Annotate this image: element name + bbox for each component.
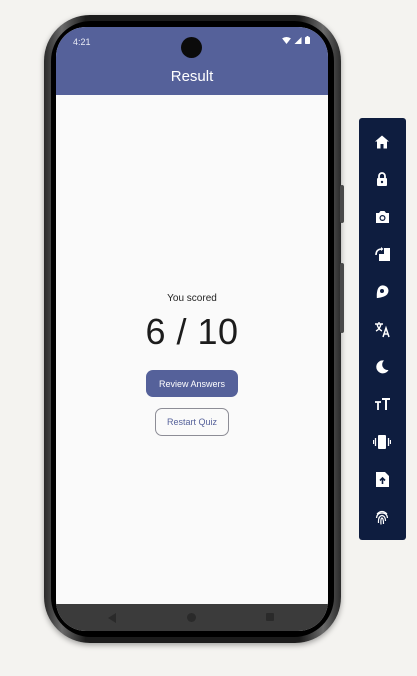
- status-time: 4:21: [73, 37, 91, 47]
- scored-label: You scored: [167, 293, 217, 304]
- app-bar: 4:21 Result: [56, 27, 328, 95]
- camera-icon[interactable]: [370, 205, 394, 229]
- result-content: You scored 6 / 10 Review Answers Restart…: [56, 95, 328, 604]
- translate-icon[interactable]: [370, 317, 394, 341]
- navigation-bar: [56, 604, 328, 631]
- rotate-icon[interactable]: [370, 242, 394, 266]
- location-icon[interactable]: [370, 280, 394, 304]
- page-title: Result: [170, 68, 214, 85]
- review-answers-button[interactable]: Review Answers: [146, 370, 238, 397]
- signal-icon: [294, 36, 302, 44]
- emulator-toolbar: [359, 118, 406, 540]
- nav-back-icon[interactable]: [108, 613, 117, 623]
- nav-recents-icon[interactable]: [266, 613, 274, 621]
- status-icons: [282, 36, 310, 44]
- upload-file-icon[interactable]: [370, 467, 394, 491]
- battery-icon: [305, 36, 310, 44]
- nav-home-icon[interactable]: [187, 613, 196, 622]
- power-button: [340, 263, 344, 333]
- fingerprint-icon[interactable]: [370, 505, 394, 529]
- home-icon[interactable]: [370, 130, 394, 154]
- vibrate-icon[interactable]: [370, 430, 394, 454]
- lock-icon[interactable]: [370, 167, 394, 191]
- font-size-icon[interactable]: [370, 392, 394, 416]
- wifi-icon: [282, 36, 291, 44]
- restart-quiz-button[interactable]: Restart Quiz: [155, 408, 229, 436]
- volume-up-button: [340, 185, 344, 223]
- dark-mode-icon[interactable]: [370, 355, 394, 379]
- camera-cutout: [181, 37, 202, 58]
- score-value: 6 / 10: [145, 311, 239, 352]
- device-screen: 4:21 Result You scored 6 / 10 Review Ans…: [56, 27, 328, 631]
